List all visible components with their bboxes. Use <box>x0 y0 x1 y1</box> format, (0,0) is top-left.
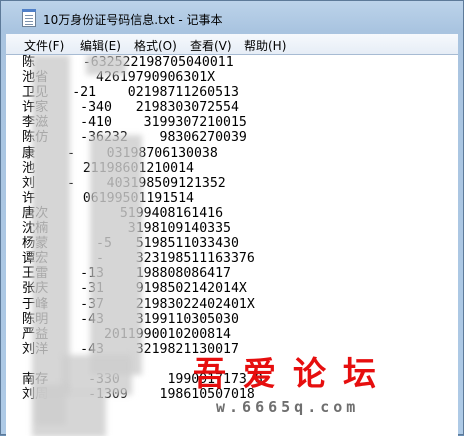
privacy-blur <box>86 55 126 75</box>
menu-view[interactable]: 查看(V) <box>190 37 232 54</box>
menu-edit[interactable]: 编辑(E) <box>80 37 121 54</box>
notepad-icon <box>22 9 36 27</box>
notepad-window: 10万身份证号码信息.txt - 记事本 文件(F) 编辑(E) 格式(O) 查… <box>0 0 464 436</box>
watermark-url: w.6665q.com <box>216 398 360 416</box>
menu-format[interactable]: 格式(O) <box>134 37 177 54</box>
menu-file[interactable]: 文件(F) <box>24 37 64 54</box>
text-editor[interactable]: 陈 -632522198705040011 池省 42619790906301X… <box>6 54 458 436</box>
privacy-blur <box>32 391 106 436</box>
privacy-blur <box>90 135 142 375</box>
menu-help[interactable]: 帮助(H) <box>244 37 286 54</box>
title-bar[interactable]: 10万身份证号码信息.txt - 记事本 <box>1 1 463 33</box>
menu-bar: 文件(F) 编辑(E) 格式(O) 查看(V) 帮助(H) <box>6 34 458 54</box>
window-title: 10万身份证号码信息.txt - 记事本 <box>43 13 223 27</box>
privacy-blur <box>32 55 70 395</box>
privacy-blur <box>62 355 132 395</box>
watermark-text: 吾爱论坛 <box>193 354 393 393</box>
